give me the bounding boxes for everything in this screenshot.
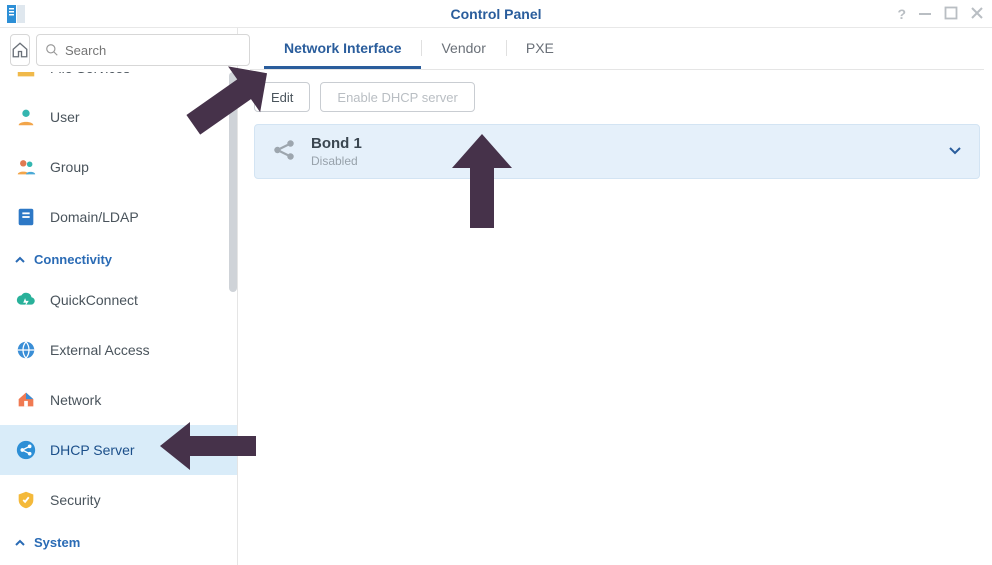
- sidebar-item-file-services[interactable]: File Services: [0, 72, 237, 92]
- user-icon: [14, 105, 38, 129]
- search-icon: [45, 43, 59, 57]
- main-panel: Network Interface Vendor PXE Edit Enable…: [238, 28, 992, 565]
- window-title: Control Panel: [450, 6, 541, 22]
- sidebar-item-security[interactable]: Security: [0, 475, 237, 525]
- tab-network-interface[interactable]: Network Interface: [264, 30, 421, 69]
- dhcp-icon: [14, 438, 38, 462]
- interface-name: Bond 1: [311, 135, 933, 152]
- search-input[interactable]: [65, 43, 241, 58]
- sidebar-section-connectivity[interactable]: Connectivity: [0, 242, 237, 275]
- interface-status: Disabled: [311, 154, 933, 168]
- sidebar-item-dhcp-server[interactable]: DHCP Server: [0, 425, 237, 475]
- edit-button[interactable]: Edit: [254, 82, 310, 112]
- folder-icon: [14, 72, 38, 82]
- home-button[interactable]: [10, 34, 30, 66]
- sidebar-item-network[interactable]: Network: [0, 375, 237, 425]
- chevron-down-icon: [947, 142, 963, 161]
- tab-vendor[interactable]: Vendor: [421, 30, 505, 69]
- scrollbar[interactable]: [229, 72, 237, 292]
- sidebar-item-quickconnect[interactable]: QuickConnect: [0, 275, 237, 325]
- maximize-button[interactable]: [944, 6, 958, 23]
- enable-dhcp-button[interactable]: Enable DHCP server: [320, 82, 474, 112]
- help-icon[interactable]: ?: [897, 6, 906, 22]
- interface-row-bond1[interactable]: Bond 1 Disabled: [254, 124, 980, 179]
- sidebar-item-external-access[interactable]: External Access: [0, 325, 237, 375]
- cloud-bolt-icon: [14, 288, 38, 312]
- sidebar-item-domain-ldap[interactable]: Domain/LDAP: [0, 192, 237, 242]
- sidebar-item-group[interactable]: Group: [0, 142, 237, 192]
- group-icon: [14, 155, 38, 179]
- sidebar: File Services User Group Domain/LDAP Con…: [0, 28, 238, 565]
- search-input-wrap[interactable]: [36, 34, 250, 66]
- toolbar: Edit Enable DHCP server: [250, 70, 984, 124]
- close-button[interactable]: [970, 6, 984, 23]
- shield-icon: [14, 488, 38, 512]
- sidebar-item-user[interactable]: User: [0, 92, 237, 142]
- tab-pxe[interactable]: PXE: [506, 30, 574, 69]
- share-icon: [271, 137, 297, 166]
- titlebar: Control Panel ?: [0, 0, 992, 28]
- network-icon: [14, 388, 38, 412]
- tabbar: Network Interface Vendor PXE: [250, 28, 984, 70]
- home-icon: [11, 41, 29, 59]
- minimize-button[interactable]: [918, 6, 932, 23]
- chevron-up-icon: [14, 537, 26, 549]
- sidebar-section-system[interactable]: System: [0, 525, 237, 558]
- app-icon: [4, 2, 28, 26]
- domain-icon: [14, 205, 38, 229]
- chevron-up-icon: [14, 254, 26, 266]
- globe-icon: [14, 338, 38, 362]
